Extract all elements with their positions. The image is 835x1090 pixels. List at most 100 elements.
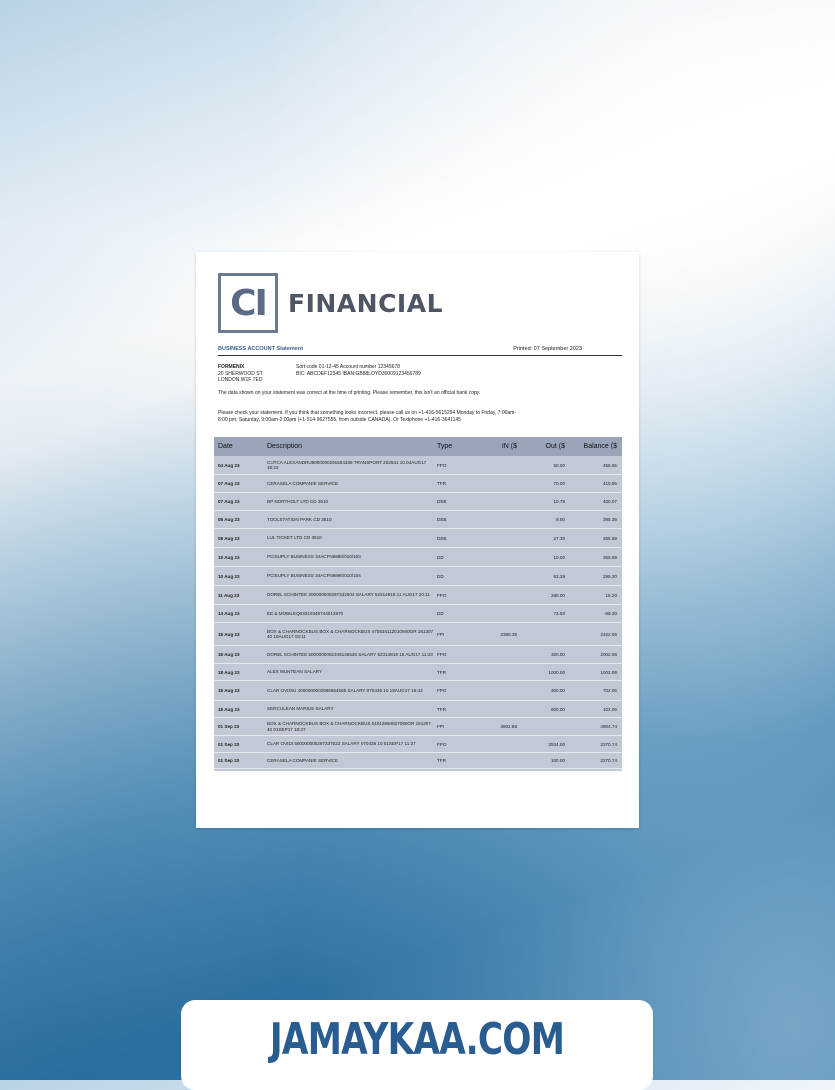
cell-description: CUTCA ALEXANDRU5000000291504339 TRANSPOR… (267, 459, 427, 471)
cell-out: 50.00 (553, 462, 566, 468)
table-row: 10 Aug 23 PCISUPLY BUSINESS 34ACFN6890/01… (214, 567, 622, 586)
cell-balance: 455.55 (602, 462, 617, 468)
cell-description: BP NORTHOLT LTD CD 3510 (267, 498, 329, 504)
transactions-table: Date Description Type IN ($ Out ($ Balan… (214, 437, 622, 771)
table-row: 01 Sep 23 BOX & CHARNOCKBUS BOX & CHARNOC… (214, 718, 622, 736)
table-body: 04 Aug 23 CUTCA ALEXANDRU5000000291504339… (214, 456, 622, 769)
header-in: IN ($ (501, 443, 517, 450)
cell-description: ALEX MUNTEAN SALARY (267, 669, 323, 675)
cell-out: 2534.00 (548, 741, 565, 747)
cell-balance: 702.06 (602, 688, 617, 693)
cell-description: BOX & CHARNOCKBUS BOX & CHARNOCKBUS 5101… (267, 721, 431, 732)
cell-date: 07 Aug 23 (218, 499, 240, 504)
header-type: Type (437, 443, 453, 450)
cell-description: EE & MOBILEQ03310349744013870 (267, 610, 344, 616)
cell-type: FPO (437, 688, 447, 693)
customer-address: FORMENIX 20 SHERWOOD ST LONDON W1F 7ED (218, 364, 263, 384)
cell-type: TFR (437, 669, 446, 675)
table-row: 14 Aug 23 EE & MOBILEQ03310349744013870 DD… (214, 605, 622, 623)
cell-balance: 2002.06 (600, 652, 617, 657)
cell-balance: 355.59 (602, 554, 617, 560)
cell-date: 11 Aug 23 (218, 592, 240, 598)
cell-type: DD (437, 573, 444, 579)
table-row: 01 Sep 23 CERASELA COMPANIE SERVICE TFR 100… (214, 753, 622, 769)
cell-type: TFR (437, 481, 446, 486)
cell-balance: 15.20 (605, 592, 618, 598)
cell-out: 63.39 (553, 573, 566, 579)
table-row: 10 Aug 23 PCISUPLY BUSINESS 34ACFN6890/01… (214, 548, 622, 567)
cell-out: 9.50 (556, 517, 565, 522)
cell-date: 04 Aug 23 (218, 462, 240, 468)
table-row: 07 Aug 23 CERASELA COMPANIE SERVICE TFR 70.… (214, 475, 622, 493)
cell-description: CERASELA COMPANIE SERVICE (267, 480, 339, 486)
cell-out: 70.00 (553, 481, 566, 486)
cell-description: LUL TICKET LTD CD 3510 (267, 535, 322, 541)
cell-date: 01 Sep 23 (218, 724, 240, 729)
cell-type: DD (437, 554, 444, 560)
table-row: 08 Aug 23 TOOLSTATION PARK CD 3510 DEB 9.50… (214, 511, 622, 529)
table-row: 08 Aug 23 LUL TICKET LTD CD 3510 DEB 27.30 3… (214, 529, 622, 548)
cell-balance: 355.59 (602, 535, 617, 541)
table-row: 18 Aug 23 CLAR OVIDIU 4000000002966654566… (214, 681, 622, 701)
cell-type: DEB (437, 499, 447, 504)
iban-line: BIC: ABCDEF12345 IBAN:GB88LOYD3000912345… (296, 370, 421, 377)
cell-type: FPI (437, 724, 445, 729)
cell-date: 14 Aug 23 (218, 611, 240, 616)
header-date: Date (218, 443, 233, 450)
cell-date: 10 Aug 23 (218, 573, 240, 579)
cell-date: 08 Aug 23 (218, 517, 240, 522)
cell-in: 2380.36 (500, 631, 517, 637)
cell-balance: 1002.06 (600, 669, 617, 675)
cell-date: 10 Aug 23 (218, 554, 240, 560)
cell-balance: 410.55 (602, 481, 617, 486)
cell-date: 07 Aug 23 (218, 481, 240, 486)
statement-header: BUSINESS ACCOUNT Statement Printed: 07 S… (218, 342, 622, 356)
cell-balance: 295.20 (602, 573, 617, 579)
cell-description: PCISUPLY BUSINESS 34ACFN6890/010/103 (267, 554, 361, 560)
cell-balance: 2322.06 (600, 631, 617, 637)
table-row: 18 Aug 23 SERCULEAN MARIUS SALARY TFR 600.0… (214, 701, 622, 718)
cell-description: DOREL SCHINTEE 300000000297332504 SALARY… (267, 592, 430, 598)
cell-type: FPO (437, 592, 447, 598)
banner-text: JAMAYKAA.COM (269, 1014, 565, 1065)
address-line: LONDON W1F 7ED (218, 377, 263, 383)
cell-out: 73.50 (553, 611, 566, 616)
cell-balance: -58.30 (603, 611, 617, 616)
cell-date: 18 Aug 23 (218, 652, 240, 657)
table-row: 04 Aug 23 CUTCA ALEXANDRU5000000291504339… (214, 456, 622, 475)
cell-out: 100.00 (550, 758, 565, 763)
cell-out: 280.00 (550, 592, 565, 598)
cell-balance: 4904.74 (600, 724, 617, 729)
cell-date: 18 Aug 23 (218, 706, 240, 712)
cell-description: SERCULEAN MARIUS SALARY (267, 706, 334, 712)
cell-description: PCISUPLY BUSINESS 34ACFN6890/010/104 (267, 573, 361, 579)
cell-balance: 102.06 (602, 706, 617, 712)
table-row: 18 Aug 23 ALEX MUNTEAN SALARY TFR 1000.00 10… (214, 664, 622, 681)
table-row: 18 Aug 23 DOREL SCHINTEE 5000000002346145… (214, 646, 622, 664)
table-row: 07 Aug 23 BP NORTHOLT LTD CD 3510 DEB 10.79… (214, 493, 622, 511)
header-description: Description (267, 442, 303, 450)
cell-description: CERASELA COMPANIE SERVICE (267, 757, 339, 763)
cell-in: 4802.68 (500, 724, 517, 729)
logo-wordmark: FINANCIAL (288, 288, 444, 318)
cell-out: 300.00 (550, 688, 565, 693)
account-details: Sort code 01-12-45 Account number 123456… (296, 364, 421, 377)
cell-date: 08 Aug 23 (218, 535, 240, 541)
cell-out: 1000.00 (548, 669, 565, 675)
cell-balance: 2270.74 (600, 758, 617, 763)
cell-type: TFR (437, 758, 446, 763)
cell-date: 18 Aug 23 (218, 631, 240, 637)
cell-date: 18 Aug 23 (218, 669, 240, 675)
cell-date: 18 Aug 23 (218, 688, 240, 693)
cell-out: 10.00 (553, 554, 566, 560)
cell-balance: 400.07 (602, 499, 617, 504)
cell-out: 10.79 (553, 499, 566, 504)
table-header: Date Description Type IN ($ Out ($ Balan… (214, 437, 622, 456)
cell-type: FPO (437, 462, 447, 468)
cell-balance: 395.39 (602, 517, 617, 522)
data-notice: The data shown on your statement was cor… (218, 390, 481, 396)
cell-description: BOX & CHARNOCKBUS BOX & CHARNOCKBUS 4705… (267, 628, 434, 640)
cell-type: TFR (437, 706, 446, 712)
cell-balance: 2370.74 (600, 741, 617, 747)
cell-out: 600.00 (550, 706, 565, 712)
